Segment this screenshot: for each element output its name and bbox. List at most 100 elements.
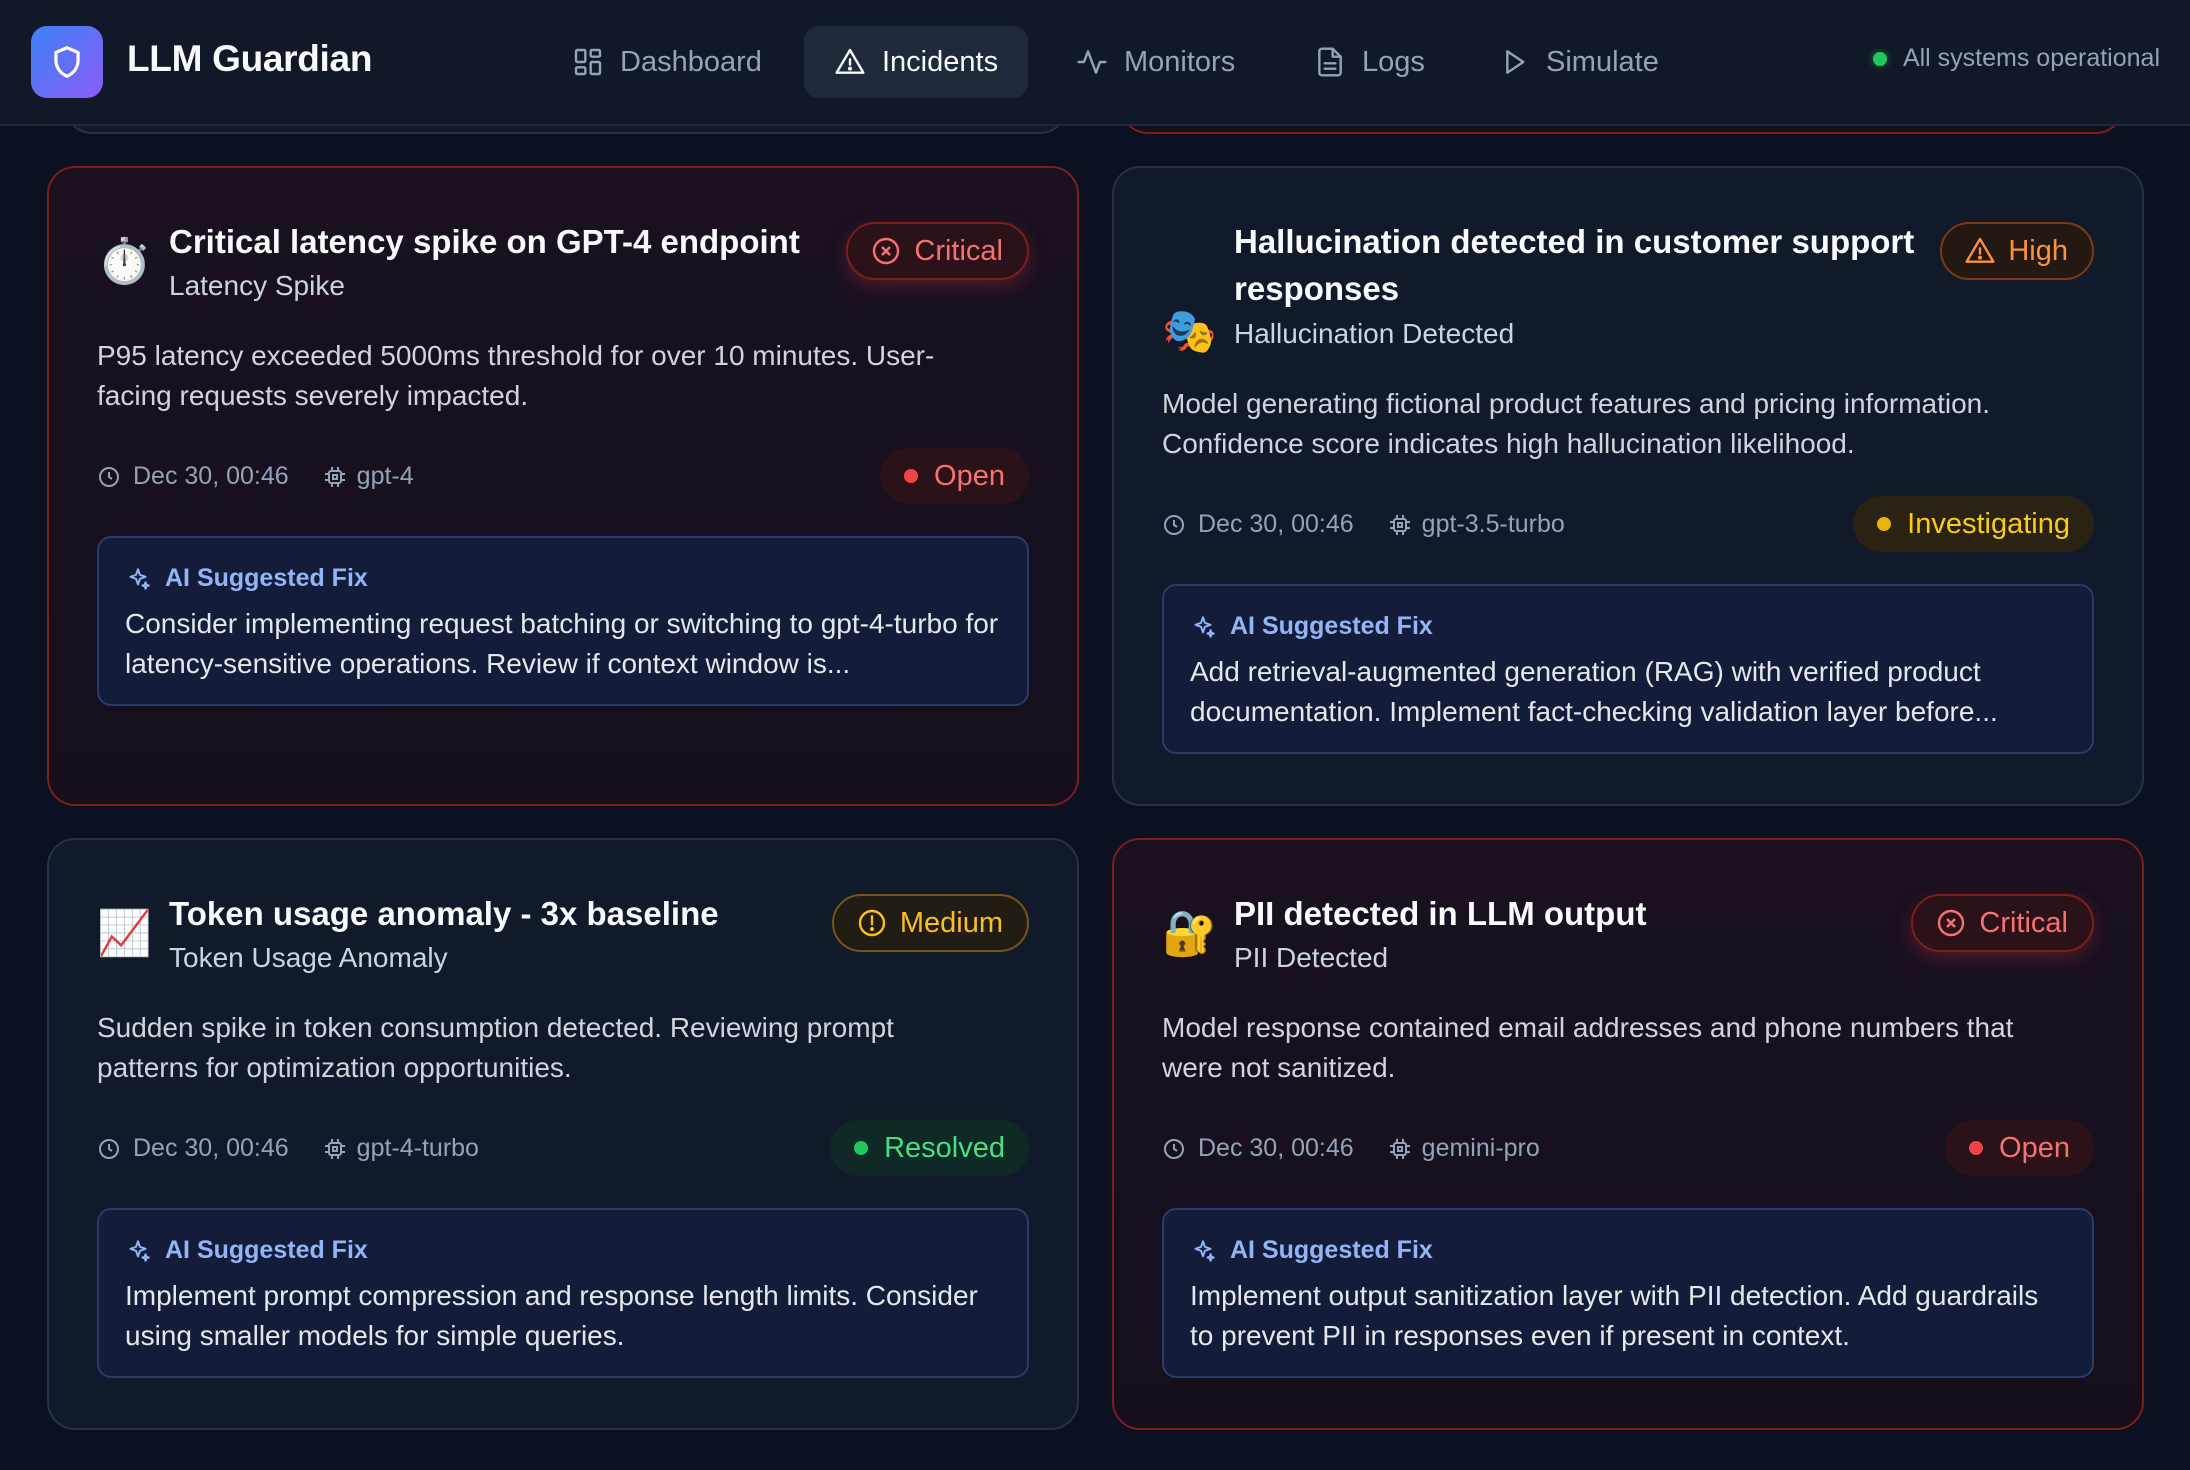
ai-suggested-fix: AI Suggested Fix Implement output saniti…	[1162, 1208, 2094, 1378]
nav-simulate[interactable]: Simulate	[1468, 26, 1689, 98]
grid-icon	[574, 48, 602, 76]
nav-logs[interactable]: Logs	[1284, 26, 1455, 98]
nav-monitors-label: Monitors	[1124, 45, 1236, 78]
fix-heading: AI Suggested Fix	[165, 1236, 368, 1264]
severity-badge: Medium	[831, 894, 1029, 952]
status-label: Investigating	[1907, 507, 2070, 540]
cpu-icon	[1389, 514, 1410, 535]
status-pill[interactable]: Open	[1945, 1120, 2094, 1176]
alert-circle-icon	[858, 909, 886, 937]
status-dot	[854, 1141, 869, 1155]
nav-dashboard[interactable]: Dashboard	[542, 26, 792, 98]
sparkles-icon	[1194, 615, 1215, 638]
warning-triangle-icon	[835, 48, 865, 74]
nav-monitors[interactable]: Monitors	[1046, 26, 1265, 98]
incident-meta: Dec 30, 00:46 gpt-3.5-turbo	[1162, 510, 1565, 539]
sparkles-icon	[129, 1239, 150, 1262]
status-pill[interactable]: Investigating	[1853, 496, 2094, 552]
fix-text: Consider implementing request batching o…	[125, 608, 999, 679]
cpu-icon	[324, 466, 345, 487]
main-nav: Dashboard Incidents Monitors Logs Simula…	[0, 0, 2190, 126]
incident-category: Hallucination Detected	[1234, 318, 1515, 349]
x-circle-icon	[1938, 909, 1965, 937]
status-label: Open	[1999, 1131, 2070, 1164]
status-dot	[1969, 1141, 1984, 1155]
fix-text: Implement prompt compression and respons…	[125, 1280, 978, 1351]
theater-masks-icon: 🎭	[1162, 306, 1217, 357]
ai-suggested-fix: AI Suggested Fix Add retrieval-augmented…	[1162, 584, 2094, 754]
clock-icon	[99, 466, 119, 487]
sparkles-icon	[129, 567, 150, 590]
incident-time: Dec 30, 00:46	[133, 462, 289, 490]
top-navbar: LLM Guardian Dashboard Incidents Monitor…	[0, 0, 2190, 126]
nav-incidents-label: Incidents	[882, 45, 999, 78]
fix-heading: AI Suggested Fix	[1230, 612, 1433, 640]
status-text: All systems operational	[1902, 44, 2160, 72]
incident-card[interactable]: 🎭 Hallucination detected in customer sup…	[1112, 166, 2144, 806]
system-status: All systems operational	[1872, 44, 2160, 73]
incident-model: gpt-4-turbo	[356, 1134, 479, 1162]
status-label: Open	[934, 459, 1005, 492]
severity-label: High	[2008, 234, 2068, 267]
status-pill[interactable]: Open	[880, 448, 1029, 504]
severity-badge: High	[1940, 222, 2094, 280]
play-icon	[1506, 50, 1525, 74]
fix-text: Add retrieval-augmented generation (RAG)…	[1190, 656, 1998, 727]
status-dot	[904, 469, 919, 483]
status-dot	[1872, 51, 1887, 66]
severity-label: Medium	[899, 906, 1003, 939]
incident-category: Token Usage Anomaly	[169, 942, 448, 973]
incident-title: PII detected in LLM output	[1234, 895, 1647, 932]
nav-simulate-label: Simulate	[1546, 45, 1659, 78]
stopwatch-icon: ⏱️	[97, 236, 152, 287]
incident-time: Dec 30, 00:46	[1198, 1134, 1354, 1162]
fix-heading: AI Suggested Fix	[165, 564, 368, 592]
clock-icon	[1164, 514, 1184, 535]
incident-card[interactable]: ⏱️ Critical latency spike on GPT-4 endpo…	[47, 166, 1079, 806]
cpu-icon	[324, 1138, 345, 1159]
incident-description: P95 latency exceeded 5000ms threshold fo…	[97, 340, 935, 411]
activity-icon	[1077, 50, 1107, 74]
incident-category: PII Detected	[1234, 942, 1389, 973]
incident-meta: Dec 30, 00:46 gpt-4-turbo	[97, 1134, 479, 1163]
chart-increasing-icon: 📈	[97, 908, 152, 959]
incident-title: Hallucination detected in customer suppo…	[1234, 223, 1915, 307]
incident-description: Model response contained email addresses…	[1162, 1012, 2014, 1083]
clock-icon	[1164, 1138, 1184, 1159]
sparkles-icon	[1194, 1239, 1215, 1262]
severity-badge: Critical	[846, 222, 1029, 280]
ai-suggested-fix: AI Suggested Fix Implement prompt compre…	[97, 1208, 1029, 1378]
fix-text: Implement output sanitization layer with…	[1190, 1280, 2039, 1351]
incident-category: Latency Spike	[169, 270, 345, 301]
incident-time: Dec 30, 00:46	[1198, 510, 1354, 538]
status-pill[interactable]: Resolved	[830, 1120, 1029, 1176]
severity-label: Critical	[914, 234, 1003, 267]
incident-time: Dec 30, 00:46	[133, 1134, 289, 1162]
severity-badge: Critical	[1911, 894, 2094, 952]
lock-with-key-icon: 🔐	[1162, 908, 1217, 959]
nav-dashboard-label: Dashboard	[620, 45, 762, 78]
x-circle-icon	[873, 237, 900, 265]
nav-logs-label: Logs	[1362, 45, 1425, 78]
incident-description: Sudden spike in token consumption detect…	[97, 1012, 894, 1083]
incident-model: gpt-4	[356, 462, 414, 490]
severity-label: Critical	[1979, 906, 2068, 939]
incident-card[interactable]: 📈 Token usage anomaly - 3x baseline Toke…	[47, 838, 1079, 1430]
nav-incidents[interactable]: Incidents	[804, 26, 1029, 98]
incident-meta: Dec 30, 00:46 gpt-4	[97, 462, 414, 491]
status-dot	[1877, 517, 1892, 531]
incident-description: Model generating fictional product featu…	[1162, 388, 1991, 459]
status-label: Resolved	[884, 1131, 1005, 1164]
incident-title: Critical latency spike on GPT-4 endpoint	[169, 223, 800, 260]
incident-card[interactable]: 🔐 PII detected in LLM output PII Detecte…	[1112, 838, 2144, 1430]
file-text-icon	[1318, 47, 1342, 77]
cpu-icon	[1389, 1138, 1410, 1159]
clock-icon	[99, 1138, 119, 1159]
fix-heading: AI Suggested Fix	[1230, 1236, 1433, 1264]
incident-meta: Dec 30, 00:46 gemini-pro	[1162, 1134, 1540, 1163]
incident-model: gpt-3.5-turbo	[1421, 510, 1565, 538]
ai-suggested-fix: AI Suggested Fix Consider implementing r…	[97, 536, 1029, 706]
incident-model: gemini-pro	[1421, 1134, 1540, 1162]
warning-triangle-icon	[1965, 237, 1995, 263]
incident-title: Token usage anomaly - 3x baseline	[169, 895, 719, 932]
